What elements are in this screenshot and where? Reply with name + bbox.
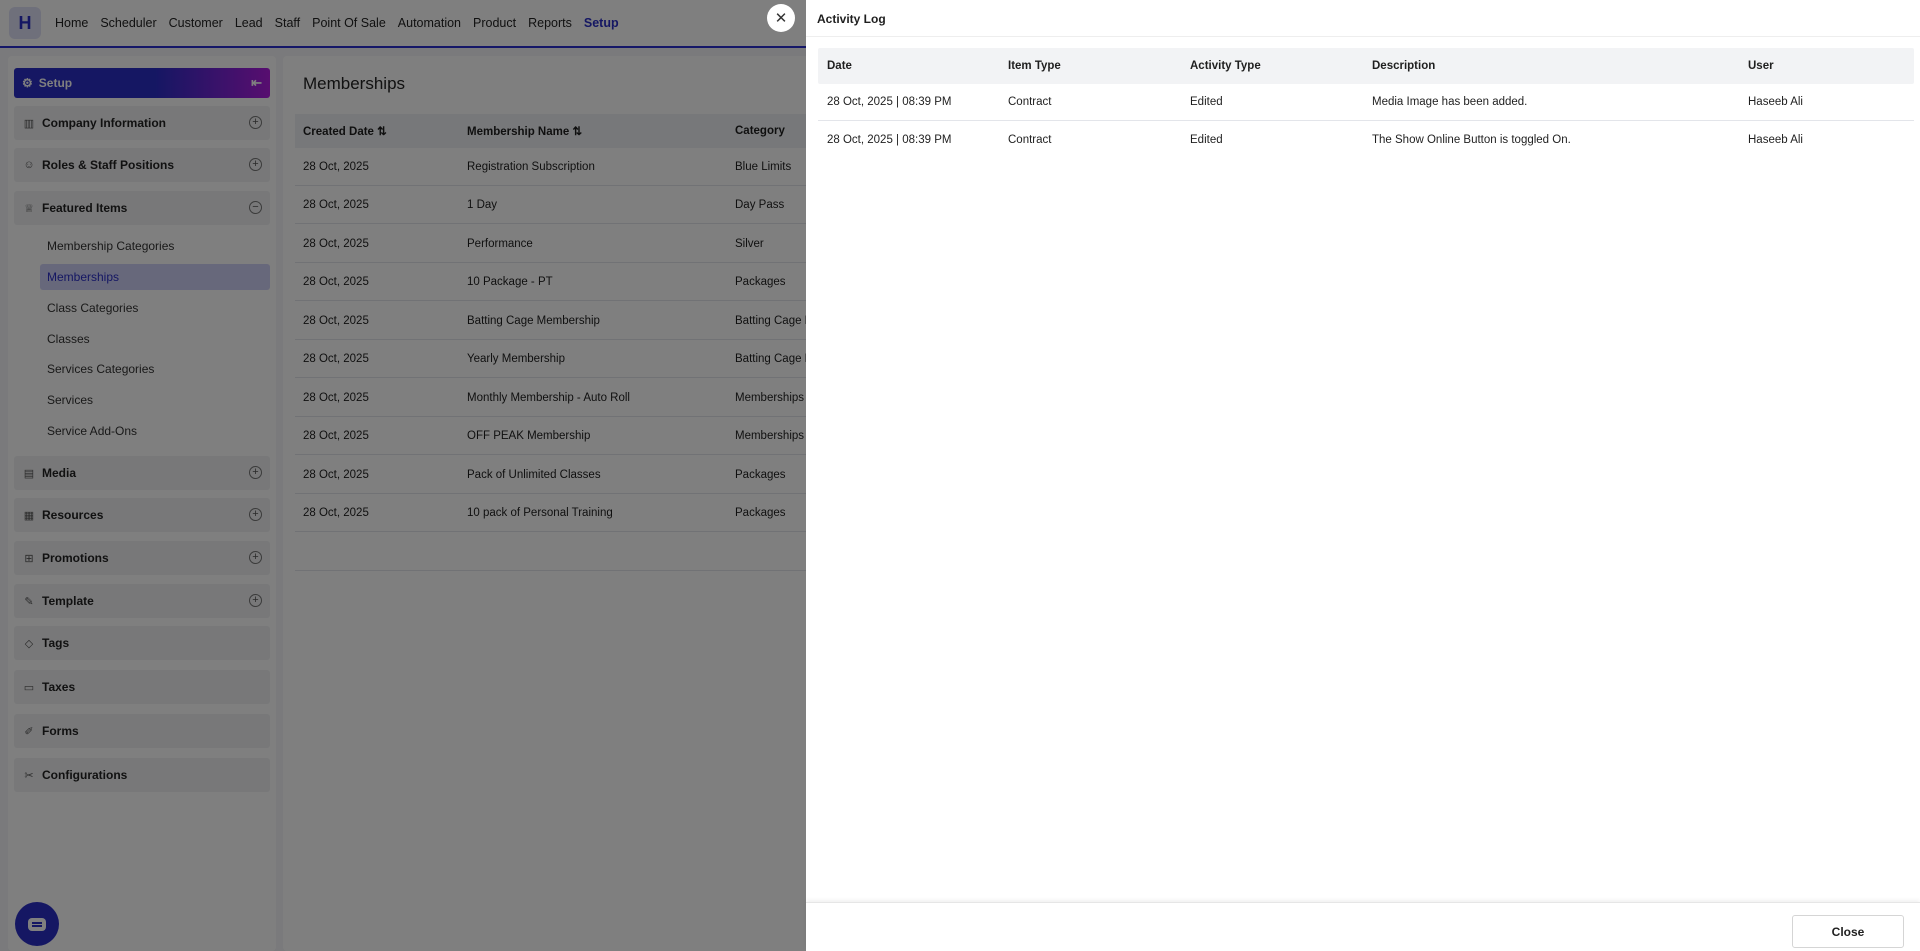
col-user: User <box>1748 60 1774 72</box>
cell-user: Haseeb Ali <box>1748 133 1803 146</box>
cell-description: The Show Online Button is toggled On. <box>1372 133 1571 146</box>
cell-activity-type: Edited <box>1190 96 1223 108</box>
cell-item-type: Contract <box>1008 133 1052 146</box>
col-item-type: Item Type <box>1008 60 1061 72</box>
close-button[interactable]: Close <box>1792 915 1904 948</box>
cell-description: Media Image has been added. <box>1372 96 1528 108</box>
col-activity-type: Activity Type <box>1190 60 1261 72</box>
col-date: Date <box>827 60 852 72</box>
cell-date: 28 Oct, 2025 | 08:39 PM <box>827 96 952 108</box>
cell-activity-type: Edited <box>1190 133 1223 146</box>
close-drawer-button[interactable]: ✕ <box>767 4 795 32</box>
cell-item-type: Contract <box>1008 96 1052 108</box>
drawer-footer: Close <box>806 902 1920 951</box>
cell-user: Haseeb Ali <box>1748 96 1803 108</box>
col-description: Description <box>1372 60 1436 72</box>
close-icon: ✕ <box>774 10 788 27</box>
cell-date: 28 Oct, 2025 | 08:39 PM <box>827 133 952 146</box>
drawer-title: Activity Log <box>817 12 886 26</box>
log-row: 28 Oct, 2025 | 08:39 PM Contract Edited … <box>818 121 1914 158</box>
log-row: 28 Oct, 2025 | 08:39 PM Contract Edited … <box>818 84 1914 121</box>
divider <box>806 36 1920 37</box>
activity-log-drawer: Activity Log Date Item Type Activity Typ… <box>806 0 1920 951</box>
log-table-header: Date Item Type Activity Type Description… <box>818 48 1914 84</box>
